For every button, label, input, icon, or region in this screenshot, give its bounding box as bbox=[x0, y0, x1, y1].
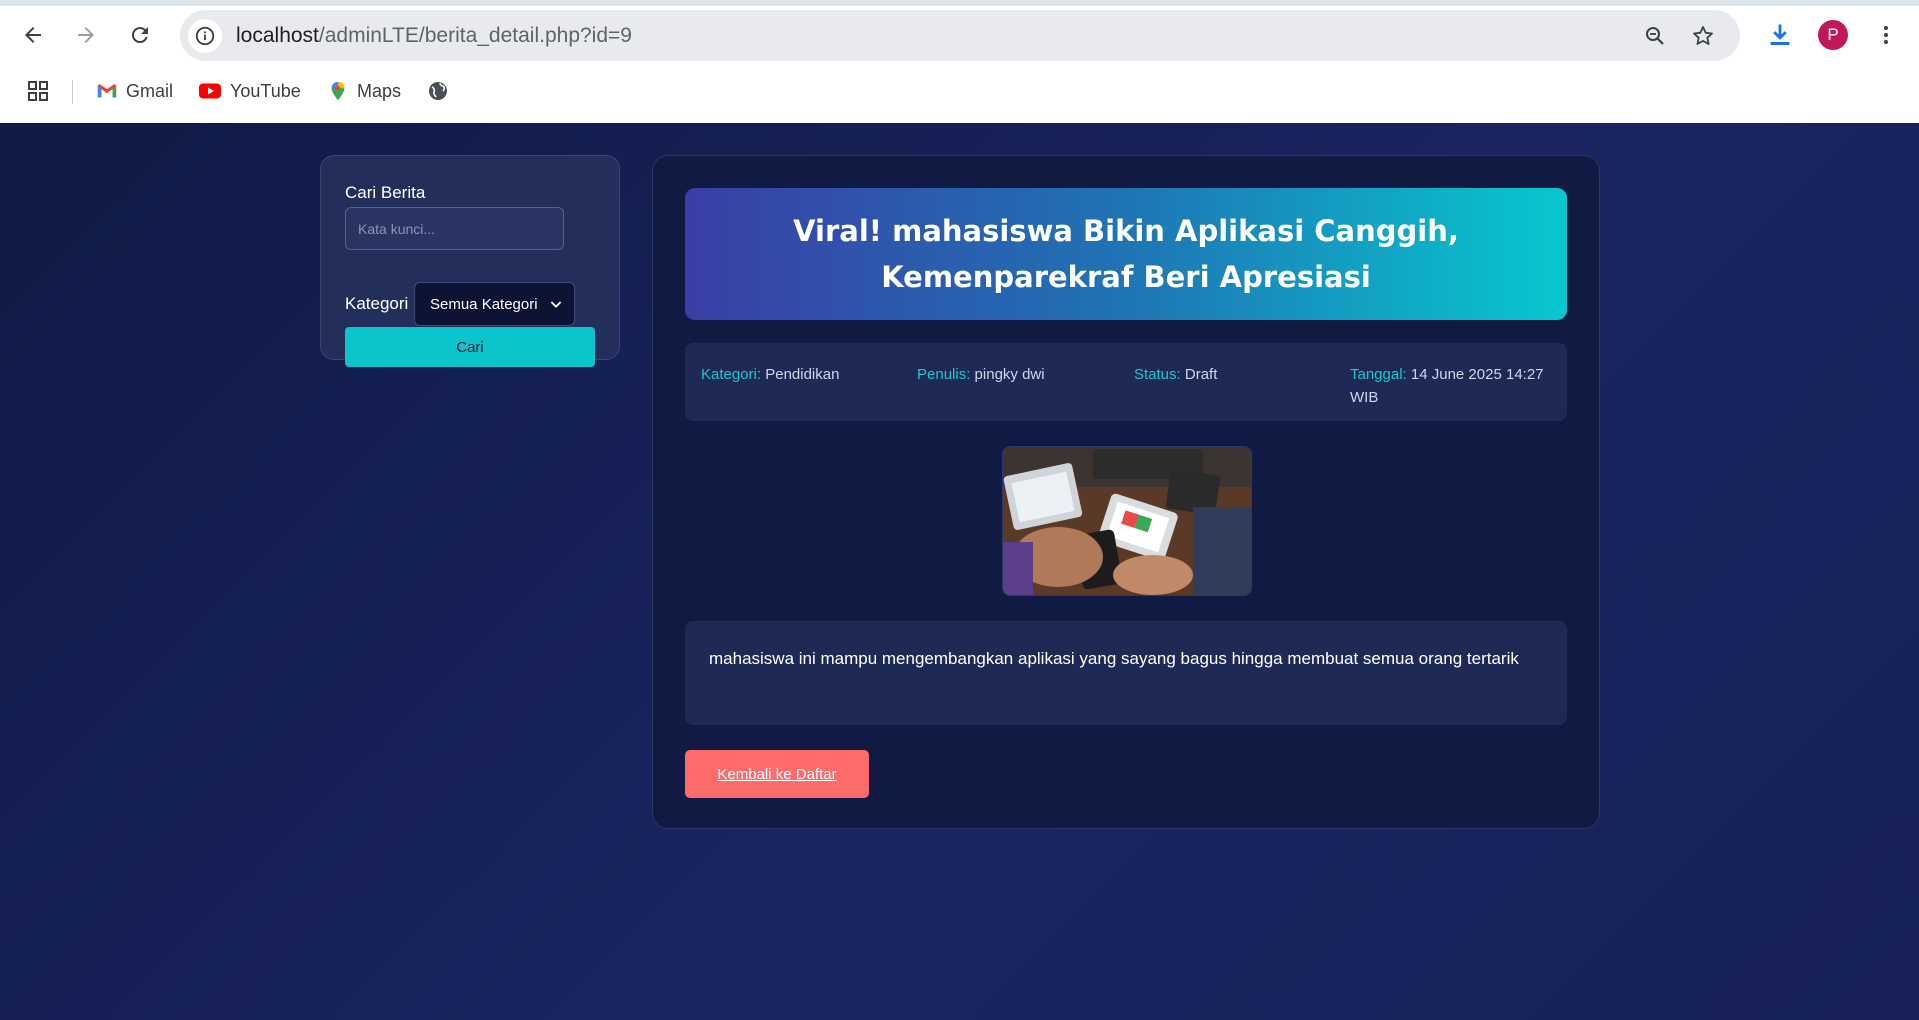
bookmark-label: Gmail bbox=[126, 80, 174, 101]
category-selected-value: Semua Kategori bbox=[430, 295, 538, 313]
article-body: mahasiswa ini mampu mengembangkan aplika… bbox=[685, 621, 1567, 725]
gmail-icon bbox=[97, 84, 117, 98]
bookmark-label: Maps bbox=[357, 80, 402, 101]
article-card: Viral! mahasiswa Bikin Aplikasi Canggih,… bbox=[652, 155, 1600, 829]
avatar: P bbox=[1818, 20, 1848, 50]
meta-penulis-label: Penulis: bbox=[917, 366, 971, 383]
download-icon[interactable] bbox=[1762, 17, 1798, 53]
category-label: Kategori bbox=[345, 294, 409, 313]
bookmarks-divider bbox=[72, 80, 73, 104]
article-title: Viral! mahasiswa Bikin Aplikasi Canggih,… bbox=[793, 214, 1459, 294]
reload-icon[interactable] bbox=[122, 17, 158, 53]
article-header: Viral! mahasiswa Bikin Aplikasi Canggih,… bbox=[685, 188, 1567, 320]
bookmarks-bar: Gmail YouTube Maps bbox=[0, 72, 1919, 110]
maps-icon bbox=[331, 81, 345, 101]
search-button[interactable]: Cari bbox=[345, 327, 595, 367]
url-host: localhost bbox=[236, 24, 319, 47]
site-info-icon[interactable] bbox=[188, 19, 222, 53]
bookmark-star-icon[interactable] bbox=[1690, 23, 1716, 49]
bookmark-gmail[interactable]: Gmail bbox=[96, 76, 173, 106]
browser-chrome: localhost/adminLTE/berita_detail.php?id=… bbox=[0, 0, 1919, 123]
bookmark-maps[interactable]: Maps bbox=[327, 76, 401, 106]
youtube-icon bbox=[199, 83, 221, 99]
address-bar[interactable]: localhost/adminLTE/berita_detail.php?id=… bbox=[180, 10, 1740, 61]
menu-kebab-icon[interactable] bbox=[1868, 17, 1904, 53]
category-select[interactable]: Semua Kategori bbox=[414, 282, 575, 326]
zoom-icon[interactable] bbox=[1642, 23, 1668, 49]
profile-avatar[interactable]: P bbox=[1815, 17, 1851, 53]
globe-icon[interactable] bbox=[426, 76, 450, 106]
page-background: Cari Berita Kategori Semua Kategori Cari… bbox=[0, 123, 1919, 1020]
forward-arrow-icon[interactable] bbox=[68, 17, 104, 53]
meta-tanggal-label: Tanggal: bbox=[1350, 366, 1407, 383]
back-to-list-button[interactable]: Kembali ke Daftar bbox=[685, 750, 869, 798]
meta-tanggal: Tanggal: 14 June 2025 14:27 WIB bbox=[1350, 363, 1555, 409]
url-text[interactable]: localhost/adminLTE/berita_detail.php?id=… bbox=[236, 24, 632, 48]
meta-kategori: Kategori: Pendidikan bbox=[701, 363, 839, 386]
search-input[interactable] bbox=[345, 207, 564, 250]
url-path: /adminLTE/berita_detail.php?id=9 bbox=[318, 24, 632, 47]
bookmark-youtube[interactable]: YouTube bbox=[198, 76, 301, 106]
meta-kategori-value: Pendidikan bbox=[765, 366, 840, 383]
search-title: Cari Berita bbox=[345, 183, 426, 202]
back-arrow-icon[interactable] bbox=[15, 17, 51, 53]
search-card: Cari Berita Kategori Semua Kategori Cari bbox=[320, 155, 620, 367]
chevron-down-icon bbox=[550, 301, 562, 308]
meta-status-value: Draft bbox=[1184, 366, 1218, 383]
meta-penulis: Penulis: pingky dwi bbox=[917, 363, 1045, 386]
article-meta: Kategori: Pendidikan Penulis: pingky dwi… bbox=[685, 343, 1567, 421]
article-image bbox=[1002, 446, 1252, 596]
tab-strip bbox=[0, 0, 1919, 6]
bookmark-label: YouTube bbox=[230, 80, 301, 101]
meta-penulis-value: pingky dwi bbox=[974, 366, 1045, 383]
meta-kategori-label: Kategori: bbox=[701, 366, 762, 383]
meta-status: Status: Draft bbox=[1134, 363, 1217, 386]
apps-grid-icon[interactable] bbox=[26, 76, 50, 106]
article-photo bbox=[1003, 447, 1251, 595]
meta-status-label: Status: bbox=[1134, 366, 1181, 383]
